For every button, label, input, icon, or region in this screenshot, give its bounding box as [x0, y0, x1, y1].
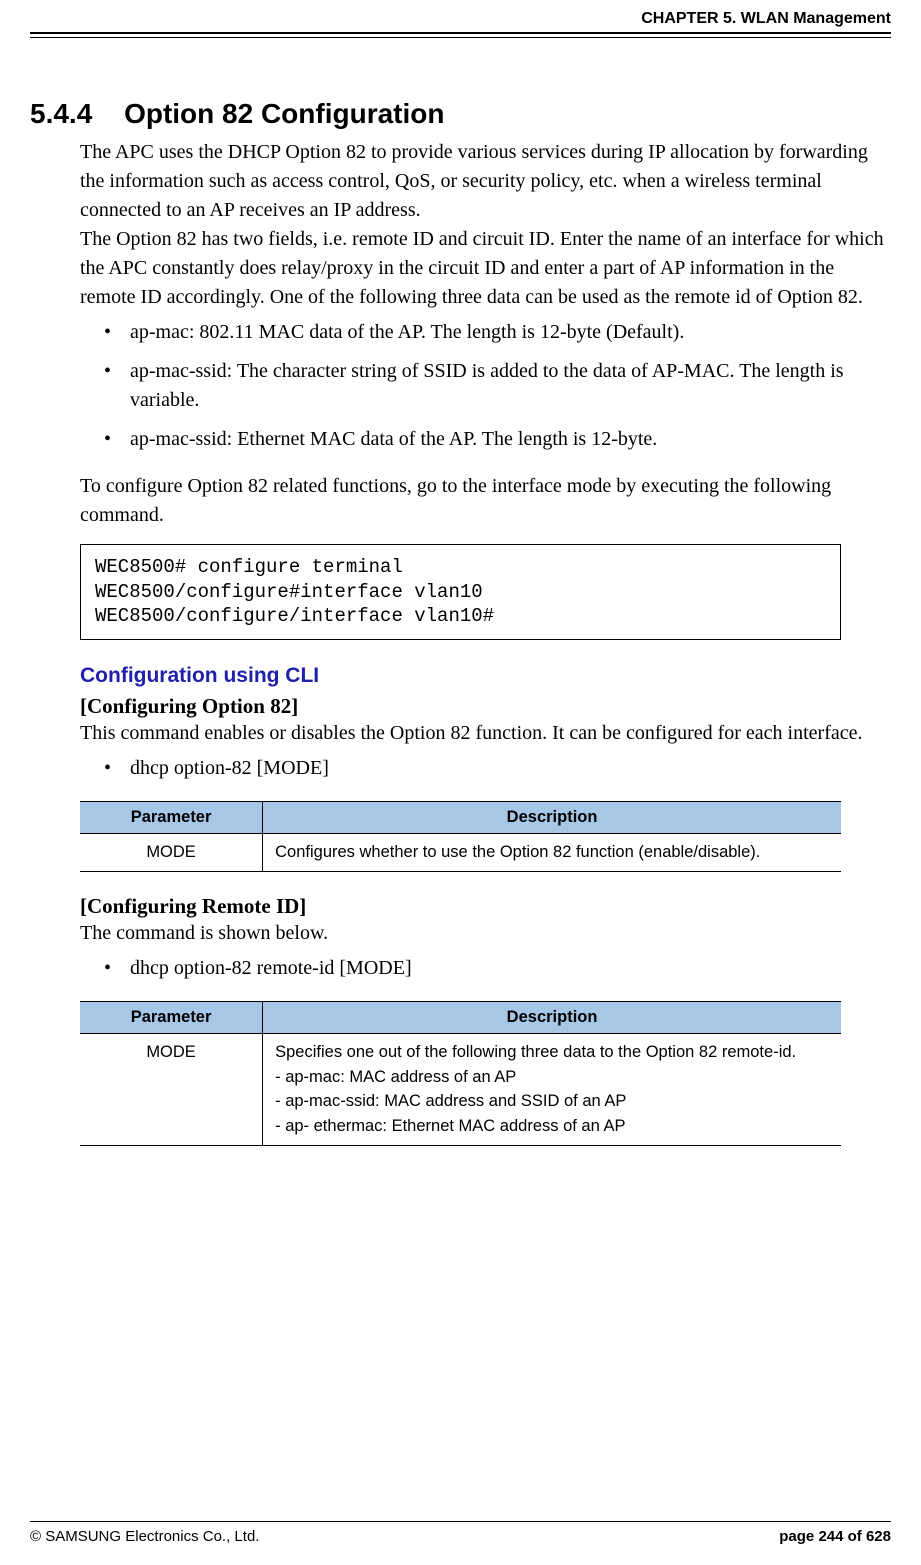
- sub2-cmd-list: dhcp option-82 remote-id [MODE]: [100, 954, 891, 983]
- intro-paragraph-2: The Option 82 has two fields, i.e. remot…: [80, 225, 891, 312]
- table-header-description: Description: [263, 802, 841, 834]
- section-heading: 5.4.4 Option 82 Configuration: [0, 98, 891, 130]
- list-item: ap-mac: 802.11 MAC data of the AP. The l…: [100, 318, 891, 347]
- list-item: ap-mac-ssid: Ethernet MAC data of the AP…: [100, 425, 891, 454]
- table-row: MODE Configures whether to use the Optio…: [80, 834, 841, 872]
- page-header-chapter: CHAPTER 5. WLAN Management: [30, 10, 891, 32]
- intro-paragraph-1: The APC uses the DHCP Option 82 to provi…: [80, 138, 891, 225]
- sub1-title: [Configuring Option 82]: [80, 694, 891, 719]
- code-block: WEC8500# configure terminal WEC8500/conf…: [80, 544, 841, 640]
- table-cell-param: MODE: [80, 834, 263, 872]
- section-number: 5.4.4: [30, 98, 92, 129]
- table-header-parameter: Parameter: [80, 1001, 263, 1033]
- sub2-title: [Configuring Remote ID]: [80, 894, 891, 919]
- cli-heading: Configuration using CLI: [80, 664, 891, 688]
- sub1-cmd-list: dhcp option-82 [MODE]: [100, 754, 891, 783]
- list-item: dhcp option-82 remote-id [MODE]: [100, 954, 891, 983]
- list-item: dhcp option-82 [MODE]: [100, 754, 891, 783]
- sub1-param-table: Parameter Description MODE Configures wh…: [80, 801, 841, 872]
- list-item: ap-mac-ssid: The character string of SSI…: [100, 357, 891, 415]
- table-cell-desc: Configures whether to use the Option 82 …: [263, 834, 841, 872]
- config-instruction: To configure Option 82 related functions…: [80, 472, 891, 530]
- page: CHAPTER 5. WLAN Management 5.4.4 Option …: [0, 0, 921, 1565]
- sub2-param-table: Parameter Description MODE Specifies one…: [80, 1001, 841, 1146]
- table-header-parameter: Parameter: [80, 802, 263, 834]
- page-footer: © SAMSUNG Electronics Co., Ltd. page 244…: [30, 1521, 891, 1545]
- table-row: MODE Specifies one out of the following …: [80, 1033, 841, 1145]
- footer-copyright: © SAMSUNG Electronics Co., Ltd.: [30, 1528, 259, 1545]
- content: 5.4.4 Option 82 Configuration The APC us…: [30, 38, 891, 1521]
- sub1-desc: This command enables or disables the Opt…: [80, 719, 891, 748]
- table-header-description: Description: [263, 1001, 841, 1033]
- footer-page-number: page 244 of 628: [779, 1528, 891, 1545]
- table-cell-param: MODE: [80, 1033, 263, 1145]
- sub2-desc: The command is shown below.: [80, 919, 891, 948]
- table-cell-desc: Specifies one out of the following three…: [263, 1033, 841, 1145]
- section-title: Option 82 Configuration: [124, 98, 444, 129]
- intro-bullet-list: ap-mac: 802.11 MAC data of the AP. The l…: [100, 318, 891, 454]
